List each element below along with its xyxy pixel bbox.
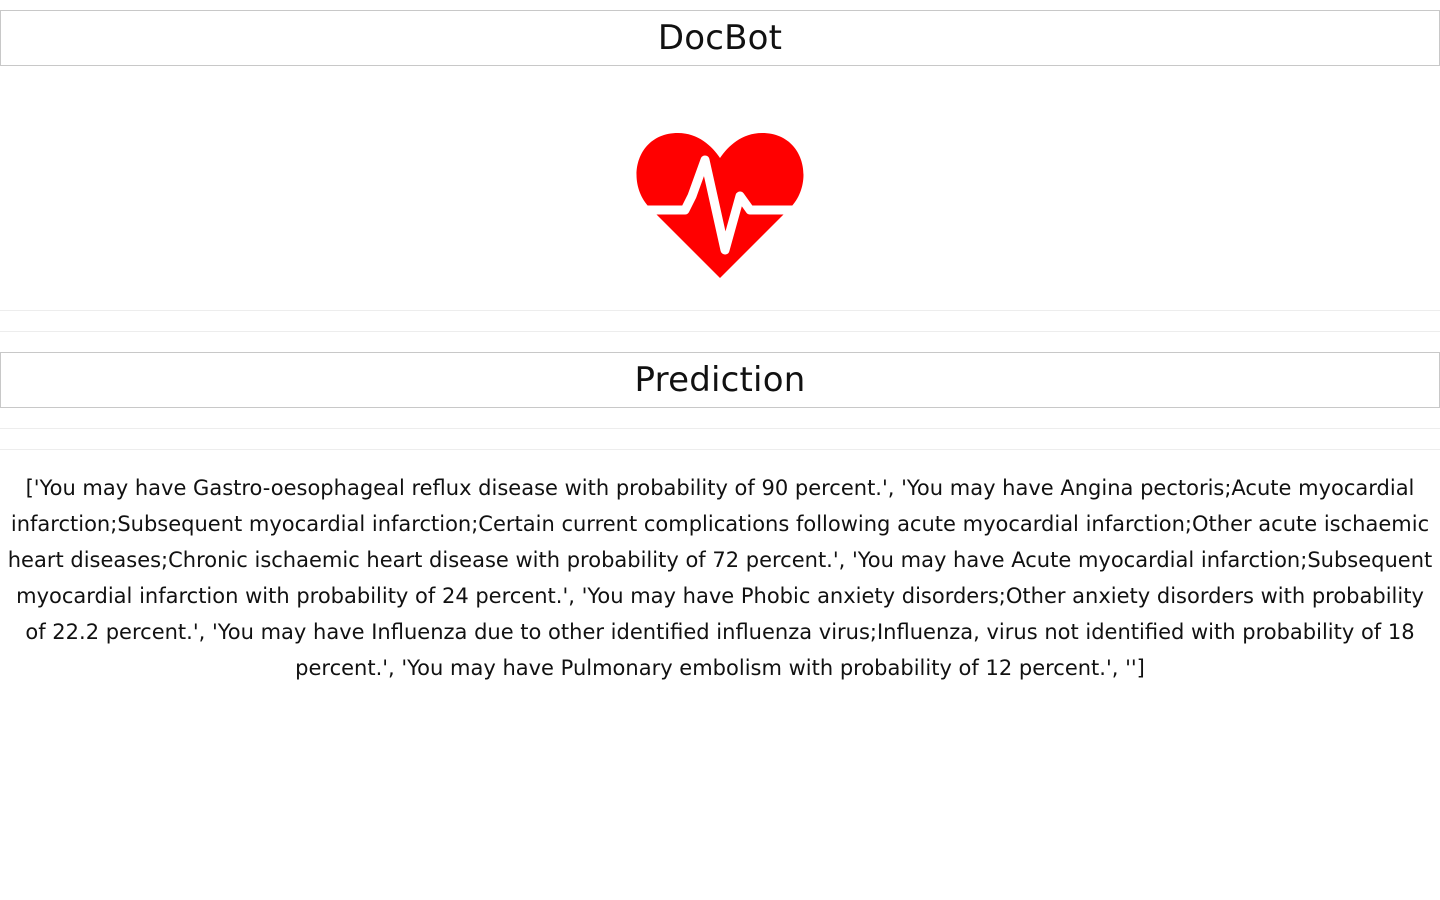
divider [0,449,1440,450]
heart-pulse-icon [625,128,815,288]
prediction-heading: Prediction [0,352,1440,408]
heart-pulse-icon-svg [625,133,815,278]
divider [0,428,1440,429]
divider [0,331,1440,332]
page-title: DocBot [0,10,1440,66]
divider [0,310,1440,311]
prediction-heading-text: Prediction [634,360,806,400]
prediction-result-text: ['You may have Gastro-oesophageal reflux… [7,476,1433,680]
page-title-text: DocBot [657,18,783,58]
